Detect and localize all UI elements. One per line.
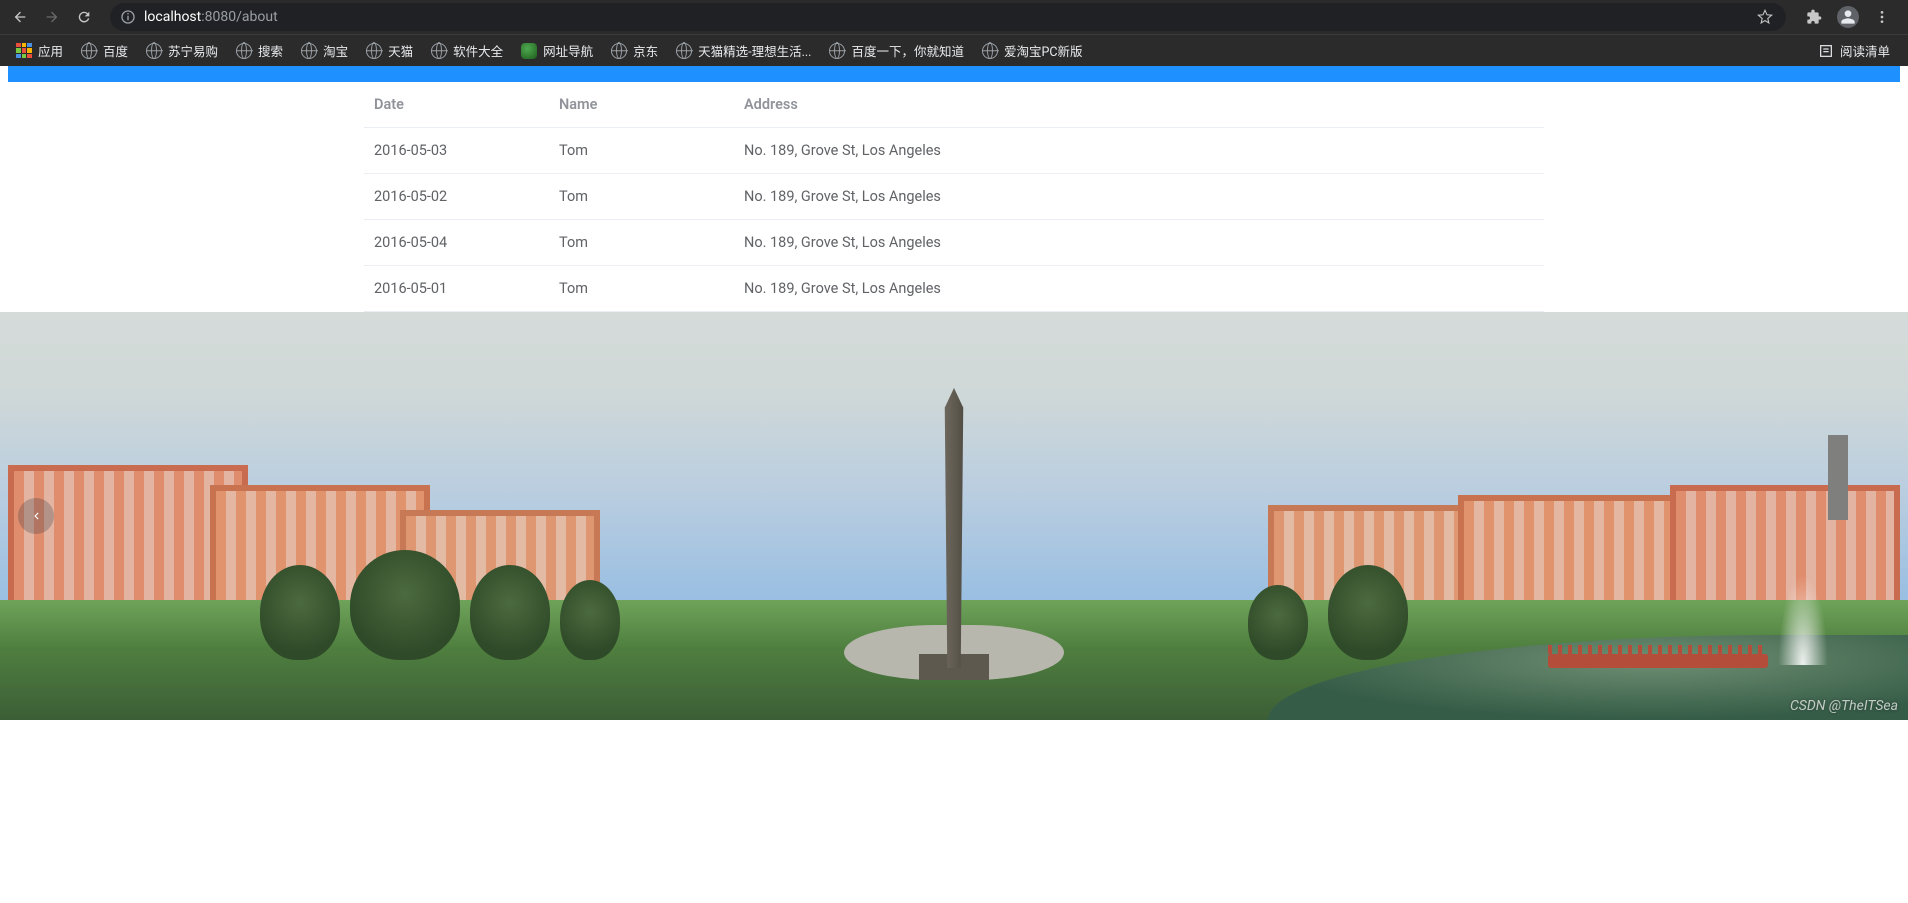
globe-icon: [982, 43, 998, 59]
bookmark-item[interactable]: 天猫: [358, 38, 421, 64]
table-row: 2016-05-02TomNo. 189, Grove St, Los Ange…: [364, 174, 1544, 220]
data-table: Date Name Address 2016-05-03TomNo. 189, …: [364, 82, 1544, 312]
bookmark-label: 百度: [103, 41, 128, 60]
cell-date: 2016-05-03: [364, 128, 549, 174]
watermark-text: CSDN @TheITSea: [1790, 698, 1898, 714]
extensions-button[interactable]: [1798, 3, 1830, 31]
nav-row: localhost:8080/about: [0, 0, 1908, 34]
globe-icon: [81, 43, 97, 59]
avatar-icon: [1837, 6, 1859, 28]
address-bar[interactable]: localhost:8080/about: [110, 3, 1786, 31]
bookmark-item[interactable]: 淘宝: [293, 38, 356, 64]
table-row: 2016-05-01TomNo. 189, Grove St, Los Ange…: [364, 266, 1544, 312]
bookmark-star-button[interactable]: [1754, 6, 1776, 28]
bookmark-label: 天猫: [388, 41, 413, 60]
globe-icon: [676, 43, 692, 59]
url-path: /about: [236, 9, 278, 25]
col-header-date: Date: [364, 82, 549, 128]
bookmark-item[interactable]: 天猫精选-理想生活...: [668, 38, 819, 64]
table-row: 2016-05-04TomNo. 189, Grove St, Los Ange…: [364, 220, 1544, 266]
carousel-prev-button[interactable]: [18, 498, 54, 534]
apps-icon: [16, 43, 32, 59]
apps-button[interactable]: 应用: [8, 38, 71, 64]
bookmark-label: 百度一下，你就知道: [851, 41, 964, 60]
bookmark-label: 京东: [633, 41, 658, 60]
globe-icon: [146, 43, 162, 59]
globe-icon: [829, 43, 845, 59]
bookmark-label: 网址导航: [543, 41, 593, 60]
bookmark-item[interactable]: 京东: [603, 38, 666, 64]
globe-icon: [431, 43, 447, 59]
bookmark-label: 爱淘宝PC新版: [1004, 41, 1083, 60]
arrow-right-icon: [44, 9, 60, 25]
globe-icon: [366, 43, 382, 59]
bookmark-item[interactable]: 软件大全: [423, 38, 511, 64]
back-button[interactable]: [6, 3, 34, 31]
reload-icon: [76, 9, 92, 25]
bookmarks-bar: 应用 百度 苏宁易购 搜索 淘宝 天猫 软件大全 网址导航 京东 天猫精选-理想生活... 百度一…: [0, 34, 1908, 66]
site-icon: [521, 43, 537, 59]
cell-address: No. 189, Grove St, Los Angeles: [734, 174, 1544, 220]
table-container: Date Name Address 2016-05-03TomNo. 189, …: [0, 82, 1908, 312]
cell-address: No. 189, Grove St, Los Angeles: [734, 128, 1544, 174]
cell-name: Tom: [549, 174, 734, 220]
arrow-left-icon: [12, 9, 28, 25]
site-info-icon[interactable]: [120, 9, 136, 25]
cell-name: Tom: [549, 128, 734, 174]
kebab-icon: [1874, 9, 1890, 25]
browser-chrome: localhost:8080/about 应用 百: [0, 0, 1908, 66]
cell-name: Tom: [549, 266, 734, 312]
cell-date: 2016-05-02: [364, 174, 549, 220]
profile-button[interactable]: [1832, 3, 1864, 31]
apps-label: 应用: [38, 41, 63, 60]
bookmark-item[interactable]: 爱淘宝PC新版: [974, 38, 1091, 64]
bookmark-item[interactable]: 百度一下，你就知道: [821, 38, 972, 64]
reading-list-button[interactable]: 阅读清单: [1808, 41, 1900, 60]
carousel-image: CSDN @TheITSea: [0, 312, 1908, 720]
bookmark-item[interactable]: 苏宁易购: [138, 38, 226, 64]
bookmark-label: 软件大全: [453, 41, 503, 60]
chevron-left-icon: [29, 509, 43, 523]
toolbar-right: [1798, 3, 1902, 31]
star-icon: [1757, 9, 1773, 25]
header-strip: [8, 66, 1900, 82]
col-header-name: Name: [549, 82, 734, 128]
cell-date: 2016-05-04: [364, 220, 549, 266]
table-row: 2016-05-03TomNo. 189, Grove St, Los Ange…: [364, 128, 1544, 174]
url-text: localhost:8080/about: [144, 9, 278, 25]
cell-date: 2016-05-01: [364, 266, 549, 312]
bookmark-label: 苏宁易购: [168, 41, 218, 60]
url-host: localhost: [144, 9, 201, 25]
cell-address: No. 189, Grove St, Los Angeles: [734, 220, 1544, 266]
bookmark-item[interactable]: 百度: [73, 38, 136, 64]
col-header-address: Address: [734, 82, 1544, 128]
bookmark-item[interactable]: 网址导航: [513, 38, 601, 64]
menu-button[interactable]: [1866, 3, 1898, 31]
page-viewport: Date Name Address 2016-05-03TomNo. 189, …: [0, 66, 1908, 720]
reading-list-label: 阅读清单: [1840, 41, 1890, 60]
bookmark-label: 天猫精选-理想生活...: [698, 41, 811, 60]
bookmark-item[interactable]: 搜索: [228, 38, 291, 64]
url-port: :8080: [201, 9, 236, 25]
globe-icon: [611, 43, 627, 59]
puzzle-icon: [1806, 9, 1822, 25]
bookmark-label: 淘宝: [323, 41, 348, 60]
globe-icon: [301, 43, 317, 59]
table-header-row: Date Name Address: [364, 82, 1544, 128]
bookmark-label: 搜索: [258, 41, 283, 60]
forward-button[interactable]: [38, 3, 66, 31]
reading-list-icon: [1818, 43, 1834, 59]
globe-icon: [236, 43, 252, 59]
cell-name: Tom: [549, 220, 734, 266]
cell-address: No. 189, Grove St, Los Angeles: [734, 266, 1544, 312]
reload-button[interactable]: [70, 3, 98, 31]
